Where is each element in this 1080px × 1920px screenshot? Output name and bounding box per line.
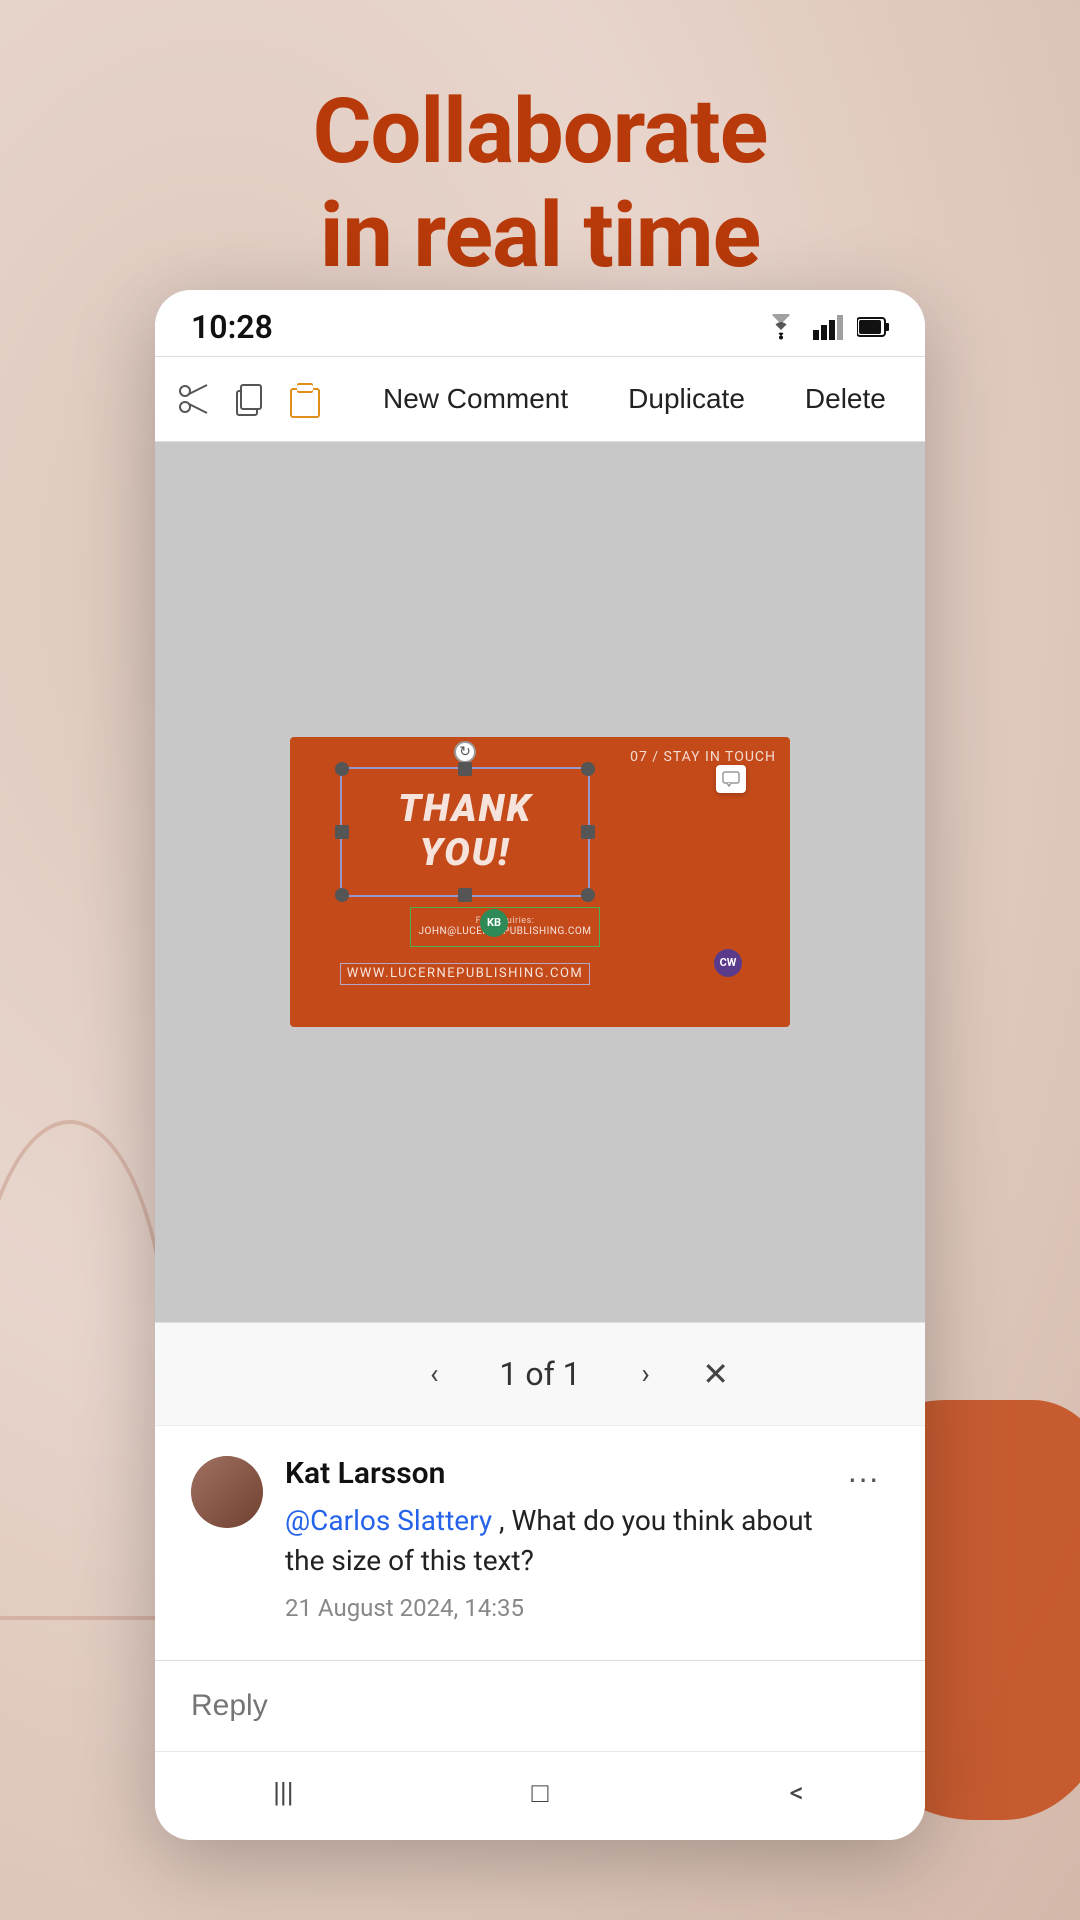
new-comment-button[interactable]: New Comment: [363, 373, 588, 425]
scissors-icon: [175, 381, 211, 417]
canvas-area: 07 / STAY IN TOUCH ↻: [155, 442, 925, 1322]
comment-bubble-icon[interactable]: [716, 765, 746, 793]
handle-mr[interactable]: [581, 825, 595, 839]
handle-tr[interactable]: [581, 762, 595, 776]
slide-label: 07 / STAY IN TOUCH: [630, 749, 776, 765]
back-icon[interactable]: <: [767, 1772, 827, 1812]
battery-icon: [857, 314, 889, 340]
signal-icon: [813, 314, 843, 340]
handle-bl[interactable]: [335, 888, 349, 902]
avatar-image: [191, 1456, 263, 1528]
reply-bar: [155, 1660, 925, 1751]
status-bar: 10:28: [155, 290, 925, 356]
cut-button[interactable]: [175, 371, 211, 427]
paste-icon: [287, 379, 323, 419]
prev-page-button[interactable]: ‹: [409, 1349, 459, 1399]
wifi-icon: [763, 314, 799, 340]
bottom-nav: ||| □ <: [155, 1751, 925, 1840]
comment-more-button[interactable]: ···: [837, 1456, 889, 1501]
status-time: 10:28: [191, 308, 273, 346]
comment-header: Kat Larsson @Carlos Slattery , What do y…: [191, 1456, 889, 1622]
handle-br[interactable]: [581, 888, 595, 902]
url-bar: WWW.LUCERNEPUBLISHING.COM: [340, 963, 590, 985]
mention-link[interactable]: @Carlos Slattery: [285, 1504, 492, 1537]
comments-section: Kat Larsson @Carlos Slattery , What do y…: [155, 1425, 925, 1660]
handle-tm[interactable]: [458, 762, 472, 776]
slide-card: 07 / STAY IN TOUCH ↻: [290, 737, 790, 1027]
paste-button[interactable]: [287, 371, 323, 427]
phone-mockup: 10:28: [155, 290, 925, 1840]
chat-icon: [722, 771, 740, 787]
home-icon[interactable]: □: [510, 1772, 570, 1812]
next-page-button[interactable]: ›: [621, 1349, 671, 1399]
rotate-handle[interactable]: ↻: [454, 741, 476, 763]
copy-button[interactable]: [231, 371, 267, 427]
thank-you-text: THANK YOU!: [398, 788, 532, 875]
comment-body: Kat Larsson @Carlos Slattery , What do y…: [285, 1456, 837, 1622]
comment-timestamp: 21 August 2024, 14:35: [285, 1594, 837, 1622]
comment-username: Kat Larsson: [285, 1456, 837, 1491]
handle-tl[interactable]: [335, 762, 349, 776]
toolbar: New Comment Duplicate Delete: [155, 356, 925, 442]
delete-button[interactable]: Delete: [785, 373, 906, 425]
status-icons: [763, 314, 889, 340]
comment-user-row: Kat Larsson @Carlos Slattery , What do y…: [191, 1456, 837, 1622]
avatar: [191, 1456, 263, 1528]
copy-icon: [231, 381, 267, 417]
kb-avatar: KB: [480, 909, 508, 937]
cw-avatar: CW: [714, 949, 742, 977]
page-title: Collaborate in real time: [0, 80, 1080, 287]
comment-text: @Carlos Slattery , What do you think abo…: [285, 1501, 837, 1582]
handle-ml[interactable]: [335, 825, 349, 839]
pagination-text: 1 of 1: [499, 1355, 580, 1393]
url-text: WWW.LUCERNEPUBLISHING.COM: [347, 966, 583, 981]
duplicate-button[interactable]: Duplicate: [608, 373, 765, 425]
pagination-bar: ‹ 1 of 1 › ✕: [155, 1322, 925, 1425]
reply-input[interactable]: [191, 1689, 889, 1723]
close-pagination-button[interactable]: ✕: [702, 1355, 729, 1393]
handle-bm[interactable]: [458, 888, 472, 902]
recent-apps-icon[interactable]: |||: [253, 1772, 313, 1812]
thank-you-element[interactable]: ↻ THANK YOU!: [340, 767, 590, 897]
